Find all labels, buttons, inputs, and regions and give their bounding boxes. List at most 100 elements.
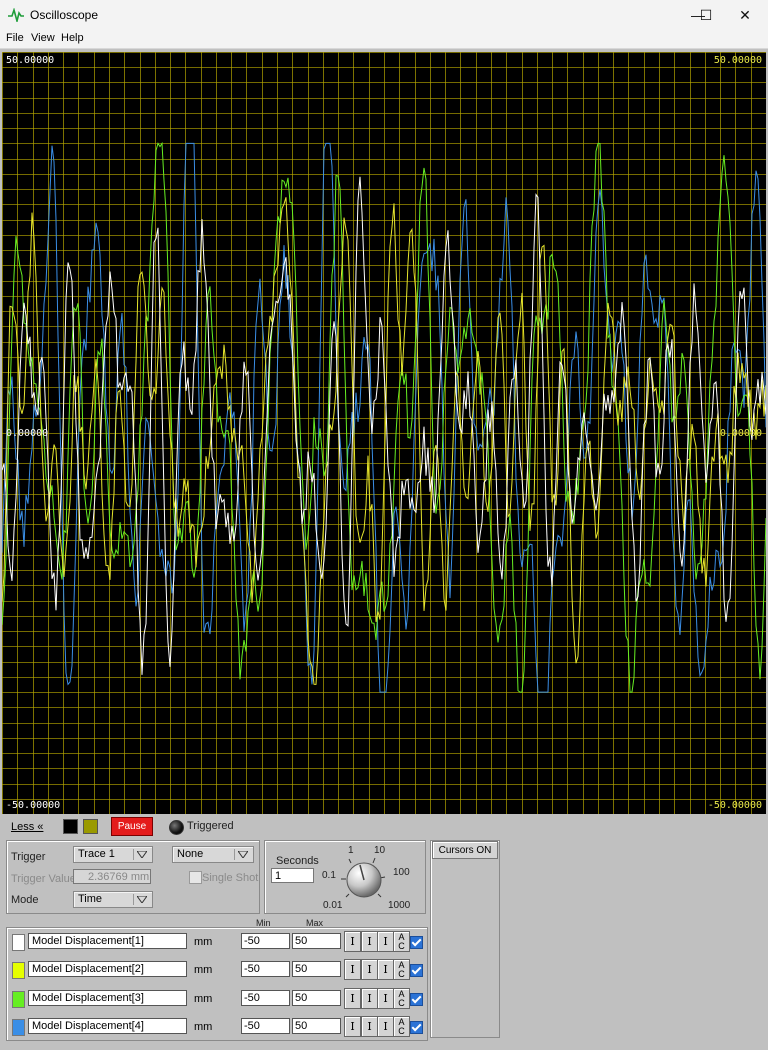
cursor-panel	[430, 840, 500, 1038]
menu-view[interactable]: View	[31, 32, 55, 44]
trace-max-input[interactable]: 50	[292, 961, 341, 977]
scope-plot	[2, 52, 766, 814]
trace-row: Model Displacement[4] mm -50 50 I I I A C	[6, 1013, 426, 1039]
trace-cursor-button-3[interactable]: I	[377, 1016, 394, 1037]
trace-color-swatch[interactable]	[12, 934, 25, 951]
trace-max-value: 50	[295, 935, 308, 947]
knob-label-100: 100	[393, 867, 410, 878]
trace-color-swatch[interactable]	[12, 991, 25, 1008]
trace-row: Model Displacement[2] mm -50 50 I I I A C	[6, 956, 426, 982]
y-mid-label-right: 0.00000	[719, 428, 762, 439]
y-max-label-left: 50.00000	[6, 55, 55, 66]
trace-unit: mm	[194, 993, 213, 1005]
trace-name: Model Displacement[2]	[32, 963, 144, 975]
trace-ac-button[interactable]: AC	[393, 988, 410, 1009]
trace-min-input[interactable]: -50	[241, 1018, 290, 1034]
trace-name-field[interactable]: Model Displacement[4]	[28, 1018, 187, 1034]
trigger-source-value: Trace 1	[78, 848, 115, 860]
trace-max-value: 50	[295, 992, 308, 1004]
cursor-icon: I	[350, 963, 355, 976]
mode-label: Mode	[11, 894, 39, 906]
cursor-icon: I	[350, 1020, 355, 1033]
trace-max-input[interactable]: 50	[292, 933, 341, 949]
cursor-icon: I	[367, 935, 372, 948]
ac-bottom: C	[398, 968, 405, 979]
window-title: Oscilloscope	[30, 8, 99, 22]
dropdown-arrow-icon	[234, 849, 251, 860]
background-color-swatch[interactable]	[63, 819, 78, 834]
mode-value: Time	[78, 893, 103, 905]
y-min-label-right: -50.00000	[707, 800, 762, 811]
maximize-icon: ☐	[699, 6, 713, 23]
trace-cursor-button-1[interactable]: I	[344, 931, 361, 952]
single-shot-checkbox[interactable]	[189, 871, 202, 884]
trace-enable-checkbox[interactable]	[410, 936, 423, 949]
ac-bottom: C	[398, 997, 405, 1008]
trace-name-field[interactable]: Model Displacement[2]	[28, 961, 187, 977]
trace-line-1	[2, 176, 766, 675]
cursor-icon: I	[367, 992, 372, 1005]
trace-cursor-button-1[interactable]: I	[344, 988, 361, 1009]
trace-enable-checkbox[interactable]	[410, 993, 423, 1006]
trace-cursor-button-2[interactable]: I	[361, 988, 378, 1009]
trace-row: Model Displacement[3] mm -50 50 I I I A C	[6, 985, 426, 1011]
y-max-label-right: 50.00000	[713, 55, 762, 66]
less-link[interactable]: Less «	[11, 821, 43, 833]
menu-file[interactable]: File	[6, 32, 24, 44]
ac-bottom: C	[398, 1025, 405, 1036]
grid-color-swatch[interactable]	[83, 819, 98, 834]
title-bar: Oscilloscope — ☐ ✕	[0, 0, 768, 30]
trace-min-input[interactable]: -50	[241, 933, 290, 949]
trigger-slope-value: None	[177, 848, 204, 860]
trace-cursor-button-3[interactable]: I	[377, 988, 394, 1009]
trace-cursor-button-1[interactable]: I	[344, 1016, 361, 1037]
scope-display[interactable]: 50.00000 50.00000 0.00000 0.00000 -50.00…	[2, 52, 766, 814]
trace-min-input[interactable]: -50	[241, 990, 290, 1006]
cursor-icon: I	[383, 1020, 388, 1033]
trace-name-field[interactable]: Model Displacement[1]	[28, 933, 187, 949]
trace-cursor-button-3[interactable]: I	[377, 959, 394, 980]
trace-name: Model Displacement[3]	[32, 992, 144, 1004]
pause-button[interactable]: Pause	[111, 817, 153, 836]
trace-ac-button[interactable]: AC	[393, 1016, 410, 1037]
trace-max-input[interactable]: 50	[292, 1018, 341, 1034]
cursor-icon: I	[350, 935, 355, 948]
trace-enable-checkbox[interactable]	[410, 1021, 423, 1034]
seconds-label: Seconds	[276, 855, 319, 867]
trace-cursor-button-2[interactable]: I	[361, 959, 378, 980]
trace-enable-checkbox[interactable]	[410, 964, 423, 977]
y-min-label-left: -50.00000	[6, 800, 61, 811]
timebase-knob[interactable]	[339, 855, 391, 903]
trace-max-value: 50	[295, 963, 308, 975]
trace-name: Model Displacement[4]	[32, 1020, 144, 1032]
trace-ac-button[interactable]: AC	[393, 959, 410, 980]
trace-line-3	[2, 141, 766, 693]
timebase-group: Seconds 1 1 10 0.1 100 0.01 1000	[264, 840, 426, 914]
trace-ac-button[interactable]: AC	[393, 931, 410, 952]
trace-color-swatch[interactable]	[12, 1019, 25, 1036]
trace-cursor-button-3[interactable]: I	[377, 931, 394, 952]
menu-help[interactable]: Help	[61, 32, 84, 44]
mode-select[interactable]: Time	[73, 891, 153, 908]
triggered-label: Triggered	[187, 820, 234, 832]
trigger-value-input[interactable]: 2.36769 mm	[73, 869, 151, 884]
control-row: Less « Pause Triggered	[0, 814, 768, 836]
trace-row: Model Displacement[1] mm -50 50 I I I A C	[6, 928, 426, 954]
close-button[interactable]: ✕	[722, 0, 768, 30]
trigger-label: Trigger	[11, 851, 46, 863]
seconds-input[interactable]: 1	[271, 868, 314, 883]
trace-min-value: -50	[244, 963, 260, 975]
trigger-source-select[interactable]: Trace 1	[73, 846, 153, 863]
cursors-on-button[interactable]: Cursors ON	[432, 841, 498, 859]
trace-max-input[interactable]: 50	[292, 990, 341, 1006]
cursor-icon: I	[383, 935, 388, 948]
trigger-slope-select[interactable]: None	[172, 846, 254, 863]
close-icon: ✕	[739, 6, 751, 23]
trace-cursor-button-1[interactable]: I	[344, 959, 361, 980]
trace-min-input[interactable]: -50	[241, 961, 290, 977]
trace-name-field[interactable]: Model Displacement[3]	[28, 990, 187, 1006]
trace-cursor-button-2[interactable]: I	[361, 931, 378, 952]
trace-cursor-button-2[interactable]: I	[361, 1016, 378, 1037]
trace-min-value: -50	[244, 1020, 260, 1032]
trace-color-swatch[interactable]	[12, 962, 25, 979]
